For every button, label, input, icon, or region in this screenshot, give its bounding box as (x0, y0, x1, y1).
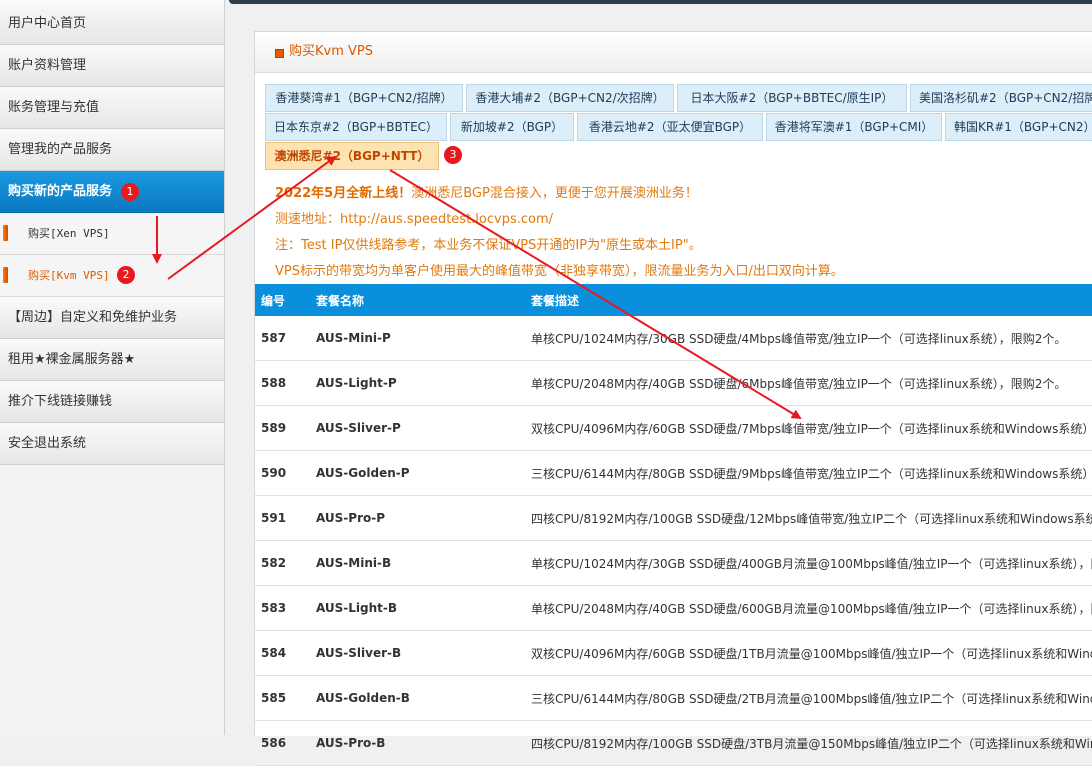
location-tabs: 香港葵湾#1（BGP+CN2/招牌） 香港大埔#2（BGP+CN2/次招牌） 日… (265, 84, 1092, 172)
table-row[interactable]: 585 AUS-Golden-B 三核CPU/6144M内存/80GB SSD硬盘/… (255, 675, 1092, 721)
cell-desc: 三核CPU/6144M内存/80GB SSD硬盘/9Mbps峰值带宽/独立IP二… (525, 450, 1092, 496)
sidebar-item-account[interactable]: 账户资料管理 (0, 45, 224, 87)
bullet-bar-icon (3, 225, 8, 241)
column-header-desc: 套餐描述 (525, 284, 1092, 316)
cell-desc: 单核CPU/2048M内存/40GB SSD硬盘/600GB月流量@100Mbp… (525, 585, 1092, 631)
tab-location[interactable]: 韩国KR#1（BGP+CN2） (945, 113, 1092, 141)
main-panel: 购买Kvm VPS 香港葵湾#1（BGP+CN2/招牌） 香港大埔#2（BGP+… (254, 31, 1092, 766)
column-header-name: 套餐名称 (310, 284, 525, 316)
ip-note: 注：Test IP仅供线路参考，本业务不保证VPS开通的IP为"原生或本土IP"… (275, 238, 702, 253)
headline-rest: 澳洲悉尼BGP混合接入，更便于您开展澳洲业务！ (411, 186, 698, 201)
tab-location[interactable]: 日本东京#2（BGP+BBTEC） (265, 113, 447, 141)
headline-bold: 2022年5月全新上线！ (275, 186, 412, 201)
tab-location[interactable]: 日本大阪#2（BGP+BBTEC/原生IP） (677, 84, 907, 112)
cell-name: AUS-Mini-B (310, 540, 525, 586)
sidebar-item-label: 【周边】自定义和免维护业务 (8, 310, 178, 325)
sidebar-item-label: 推介下线链接赚钱 (8, 394, 113, 409)
cell-name: AUS-Light-P (310, 360, 525, 406)
tab-location[interactable]: 香港葵湾#1（BGP+CN2/招牌） (265, 84, 463, 112)
bullet-bar-icon (3, 267, 8, 283)
cell-desc: 单核CPU/2048M内存/40GB SSD硬盘/6Mbps峰值带宽/独立IP一… (525, 360, 1092, 406)
tab-location-active[interactable]: 澳洲悉尼#2（BGP+NTT） (265, 142, 439, 170)
cell-id: 586 (255, 720, 310, 766)
square-bullet-icon (275, 49, 284, 58)
sidebar-item-logout[interactable]: 安全退出系统 (0, 423, 224, 465)
sidebar-item-baremetal[interactable]: 租用★裸金属服务器★ (0, 339, 224, 381)
sidebar-item-custom[interactable]: 【周边】自定义和免维护业务 (0, 297, 224, 339)
panel-header: 购买Kvm VPS (255, 32, 1092, 73)
sidebar-item-label: 管理我的产品服务 (8, 142, 113, 157)
cell-name: AUS-Mini-P (310, 316, 525, 361)
cell-name: AUS-Golden-P (310, 450, 525, 496)
annotation-badge-3: 3 (444, 146, 462, 164)
tab-location[interactable]: 香港云地#2（亚太便宜BGP） (577, 113, 763, 141)
sidebar-item-label: 购买新的产品服务 (8, 184, 113, 199)
cell-id: 584 (255, 630, 310, 676)
cell-desc: 单核CPU/1024M内存/30GB SSD硬盘/400GB月流量@100Mbp… (525, 540, 1092, 586)
sidebar-subitem-xen[interactable]: 购买[Xen VPS] (0, 213, 224, 255)
cell-id: 582 (255, 540, 310, 586)
bandwidth-note: VPS标示的带宽均为单客户使用最大的峰值带宽（非独享带宽），限流量业务为入口/出… (275, 264, 844, 279)
cell-id: 587 (255, 316, 310, 361)
tab-location[interactable]: 香港将军澳#1（BGP+CMI） (766, 113, 942, 141)
cell-desc: 四核CPU/8192M内存/100GB SSD硬盘/3TB月流量@150Mbps… (525, 720, 1092, 766)
tab-location[interactable]: 新加坡#2（BGP） (450, 113, 574, 141)
cell-name: AUS-Pro-P (310, 495, 525, 541)
sidebar-item-label: 账务管理与充值 (8, 100, 100, 115)
cell-name: AUS-Sliver-P (310, 405, 525, 451)
cell-id: 589 (255, 405, 310, 451)
cell-name: AUS-Light-B (310, 585, 525, 631)
table-row[interactable]: 583 AUS-Light-B 单核CPU/2048M内存/40GB SSD硬盘/6… (255, 585, 1092, 631)
sidebar: 用户中心首页 账户资料管理 账务管理与充值 管理我的产品服务 购买新的产品服务 … (0, 0, 225, 735)
cell-id: 583 (255, 585, 310, 631)
cell-name: AUS-Golden-B (310, 675, 525, 721)
cell-name: AUS-Pro-B (310, 720, 525, 766)
sidebar-subitem-kvm[interactable]: 购买[Kvm VPS] 2 (0, 255, 224, 297)
annotation-badge-2: 2 (117, 266, 135, 284)
sidebar-item-billing[interactable]: 账务管理与充值 (0, 87, 224, 129)
table-row[interactable]: 586 AUS-Pro-B 四核CPU/8192M内存/100GB SSD硬盘/3T… (255, 720, 1092, 766)
cell-desc: 双核CPU/4096M内存/60GB SSD硬盘/1TB月流量@100Mbps峰… (525, 630, 1092, 676)
sidebar-item-label: 用户中心首页 (8, 16, 87, 31)
table-row[interactable]: 591 AUS-Pro-P 四核CPU/8192M内存/100GB SSD硬盘/12… (255, 495, 1092, 541)
page-title: 购买Kvm VPS (289, 44, 373, 59)
sidebar-subitem-label: 购买[Kvm VPS] (28, 269, 110, 282)
table-row[interactable]: 589 AUS-Sliver-P 双核CPU/4096M内存/60GB SSD硬盘/… (255, 405, 1092, 451)
notes-headline: 2022年5月全新上线！澳洲悉尼BGP混合接入，更便于您开展澳洲业务！ (275, 181, 1085, 207)
cell-desc: 双核CPU/4096M内存/60GB SSD硬盘/7Mbps峰值带宽/独立IP一… (525, 405, 1092, 451)
sidebar-item-affiliate[interactable]: 推介下线链接赚钱 (0, 381, 224, 423)
tab-location[interactable]: 香港大埔#2（BGP+CN2/次招牌） (466, 84, 674, 112)
cell-desc: 三核CPU/6144M内存/80GB SSD硬盘/2TB月流量@100Mbps峰… (525, 675, 1092, 721)
sidebar-item-home[interactable]: 用户中心首页 (0, 0, 224, 45)
speedtest-note: 测速地址：http://aus.speedtest.locvps.com/ (275, 212, 554, 227)
cell-id: 590 (255, 450, 310, 496)
sidebar-item-buy-new[interactable]: 购买新的产品服务 1 (0, 171, 224, 213)
annotation-badge-1: 1 (121, 183, 139, 201)
table-header-row: 编号 套餐名称 套餐描述 (255, 284, 1092, 316)
column-header-id: 编号 (255, 284, 310, 316)
tab-location[interactable]: 美国洛杉矶#2（BGP+CN2/招牌 (910, 84, 1092, 112)
table-row[interactable]: 587 AUS-Mini-P 单核CPU/1024M内存/30GB SSD硬盘/4M… (255, 316, 1092, 361)
sidebar-item-label: 账户资料管理 (8, 58, 87, 73)
cell-desc: 单核CPU/1024M内存/30GB SSD硬盘/4Mbps峰值带宽/独立IP一… (525, 316, 1092, 361)
notes-block: 2022年5月全新上线！澳洲悉尼BGP混合接入，更便于您开展澳洲业务！ 测速地址… (275, 181, 1085, 285)
cell-name: AUS-Sliver-B (310, 630, 525, 676)
top-strip (229, 0, 1092, 4)
sidebar-subitem-label: 购买[Xen VPS] (28, 227, 110, 240)
cell-id: 585 (255, 675, 310, 721)
sidebar-item-label: 安全退出系统 (8, 436, 87, 451)
sidebar-item-label: 租用★裸金属服务器★ (8, 352, 136, 367)
table-row[interactable]: 590 AUS-Golden-P 三核CPU/6144M内存/80GB SSD硬盘/… (255, 450, 1092, 496)
table-row[interactable]: 584 AUS-Sliver-B 双核CPU/4096M内存/60GB SSD硬盘/… (255, 630, 1092, 676)
table-row[interactable]: 582 AUS-Mini-B 单核CPU/1024M内存/30GB SSD硬盘/40… (255, 540, 1092, 586)
cell-id: 588 (255, 360, 310, 406)
package-table: 编号 套餐名称 套餐描述 587 AUS-Mini-P 单核CPU/1024M内存/… (255, 284, 1092, 766)
sidebar-item-manage-products[interactable]: 管理我的产品服务 (0, 129, 224, 171)
cell-desc: 四核CPU/8192M内存/100GB SSD硬盘/12Mbps峰值带宽/独立I… (525, 495, 1092, 541)
table-row[interactable]: 588 AUS-Light-P 单核CPU/2048M内存/40GB SSD硬盘/6… (255, 360, 1092, 406)
cell-id: 591 (255, 495, 310, 541)
